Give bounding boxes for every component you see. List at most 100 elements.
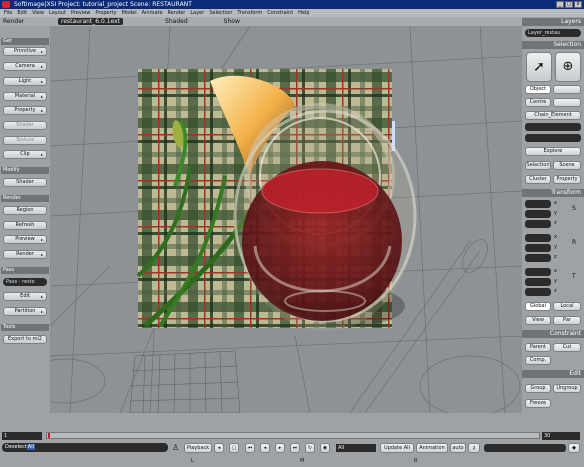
chain-element-button[interactable]: Chain_Element [525,111,581,120]
trans-y-field[interactable] [525,278,551,286]
group-button[interactable]: Group [525,384,551,393]
rot-z-field[interactable] [525,254,551,262]
key-field[interactable] [484,444,566,452]
select-arrow-icon[interactable]: ➚ [526,52,552,82]
menu-model[interactable]: Model [122,9,137,17]
audio-button[interactable]: ◉ [320,443,330,453]
pass-edit-button[interactable]: Edit ▸ [3,292,47,301]
menu-edit[interactable]: Edit [17,9,27,17]
primitive-button[interactable]: Primitive ▸ [3,47,47,56]
timeline-end-field[interactable]: 30 [542,432,580,440]
playback-button[interactable]: Playback [184,443,212,453]
partition-button[interactable]: Partition ▸ [3,307,47,316]
selection-field-1[interactable] [525,123,581,131]
property-sel-button[interactable]: Property [553,175,581,184]
last-frame-button[interactable]: ⏭ [290,443,300,453]
scale-icon[interactable]: S [572,205,576,212]
material-button[interactable]: Material ▸ [3,92,47,101]
translate-icon[interactable]: T [572,273,576,280]
menu-preview[interactable]: Preview [71,9,90,17]
menu-layout[interactable]: Layout [49,9,66,17]
rot-y-field[interactable] [525,244,551,252]
camera-selector[interactable]: restaurant_6.0.1ext [58,18,124,25]
refresh-button[interactable]: Refresh [3,221,47,230]
region-handle[interactable] [392,121,395,151]
camera-button[interactable]: Camera ▸ [3,62,47,71]
export-mi2-button[interactable]: Export to mi2 [3,335,47,344]
view-button[interactable]: View [525,316,551,325]
scale-z-field[interactable] [525,220,551,228]
cut-button[interactable]: Cut [553,343,581,352]
menu-animate[interactable]: Animate [142,9,163,17]
arrow-icon: ▸ [40,49,43,54]
object-extra-button[interactable] [553,85,581,94]
timeline-slider[interactable] [46,432,540,439]
clip-button[interactable]: Clip ▸ [3,150,47,159]
key-icon[interactable]: ⚷ [468,443,480,453]
key-options-icon[interactable]: ◆ [568,443,580,453]
update-all-button[interactable]: Update All [380,443,414,453]
centre-extra-button[interactable] [553,98,581,107]
global-button[interactable]: Global [525,302,551,311]
property-button[interactable]: Property ▸ [3,106,47,115]
animation-button[interactable]: Animation [416,443,448,453]
explore-button[interactable]: Explore [525,147,581,156]
rot-x-field[interactable] [525,234,551,242]
prev-frame-button[interactable]: ◂ [260,443,270,453]
add-select-icon[interactable]: ⊕ [555,52,581,82]
menu-layer[interactable]: Layer [190,9,204,17]
timeline-cursor[interactable] [48,433,50,438]
frame-field-icon[interactable]: ▢ [229,443,239,453]
light-button[interactable]: Light ▸ [3,77,47,86]
menu-constraint[interactable]: Constraint [267,9,293,17]
viewport-canvas[interactable] [50,26,522,413]
menu-help[interactable]: Help [298,9,309,17]
scale-y-field[interactable] [525,210,551,218]
texture-button[interactable]: Texture [3,136,47,145]
centre-button[interactable]: Centre [525,98,551,107]
selection-button[interactable]: Selection [525,161,551,170]
maximize-button[interactable]: □ [565,1,573,8]
close-button[interactable]: x [574,1,582,8]
timeline-start-field[interactable]: 1 [2,432,42,440]
layer-selector[interactable]: Layer_restau [525,29,581,37]
frame-selector[interactable]: All [336,444,376,452]
parent-button[interactable]: Parent [525,343,551,352]
menu-view[interactable]: View [32,9,44,17]
rotate-icon[interactable]: R [572,239,576,246]
freeze-button[interactable]: Freeze [525,399,551,408]
auto-key-button[interactable]: auto [450,443,466,453]
comp-button[interactable]: Comp. [525,356,551,365]
pp-mode-menu[interactable]: Shaded [165,18,188,25]
cluster-button[interactable]: Cluster [525,175,551,184]
pass-selector[interactable]: Pass - resto [3,278,47,286]
menu-selection[interactable]: Selection [209,9,232,17]
preview-button[interactable]: Preview ▸ [3,235,47,244]
menu-render[interactable]: Render [168,9,186,17]
menu-transform[interactable]: Transform [237,9,262,17]
scale-x-field[interactable] [525,200,551,208]
selection-field-2[interactable] [525,134,581,142]
loop-button[interactable]: ↻ [305,443,315,453]
ungroup-button[interactable]: Ungroup [553,384,581,393]
modify-shader-button[interactable]: Shader [3,178,47,187]
play-button[interactable]: ▸ [275,443,285,453]
scene-button[interactable]: Scene [553,161,581,170]
minimize-button[interactable]: _ [556,1,564,8]
region-button[interactable]: Region [3,206,47,215]
local-button[interactable]: Local [553,302,581,311]
trans-z-field[interactable] [525,288,551,296]
object-button[interactable]: Object [525,85,551,94]
trans-x-field[interactable] [525,268,551,276]
menu-file[interactable]: File [4,9,12,17]
render-button[interactable]: Render ▸ [3,250,47,259]
title-bar: Softimage|XSI Project: tutorial_project … [0,0,584,9]
par-button[interactable]: Par [553,316,581,325]
panel-title[interactable]: Render [3,18,24,25]
play-back-button[interactable]: ◂ [214,443,224,453]
shader-get-button[interactable]: Shader [3,121,47,130]
show-menu[interactable]: Show [224,18,240,25]
first-frame-button[interactable]: ⏮ [245,443,255,453]
menu-property[interactable]: Property [95,9,116,17]
viewport[interactable] [50,26,522,413]
